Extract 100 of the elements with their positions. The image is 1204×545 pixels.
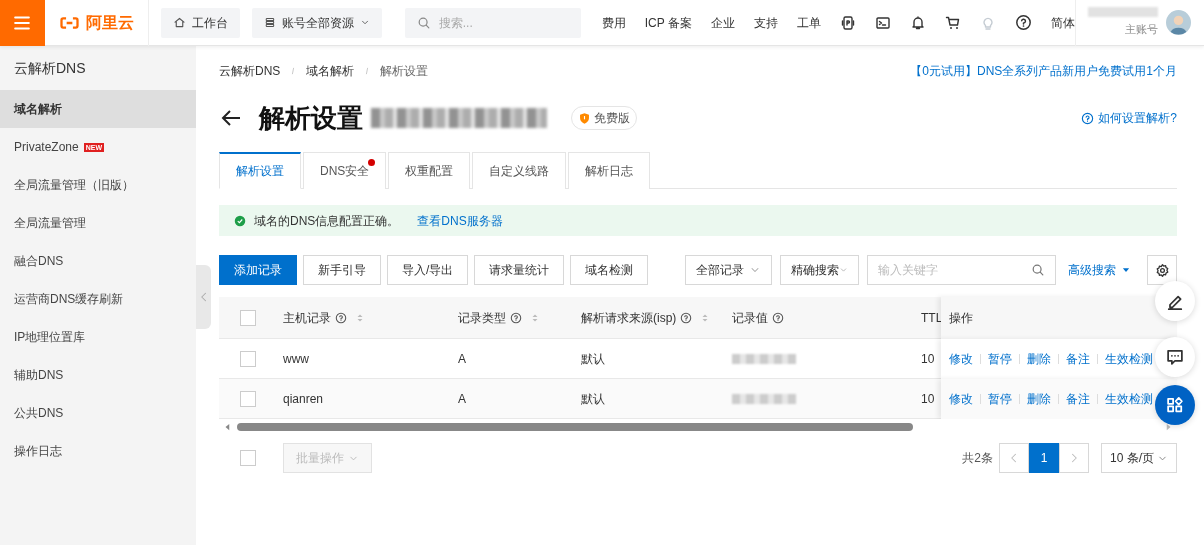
column-header[interactable]: 记录类型 <box>458 308 540 327</box>
host-cell: www <box>283 351 309 366</box>
help-link[interactable]: 如何设置解析? <box>1081 109 1177 127</box>
sidebar-item[interactable]: 域名解析 <box>0 90 196 128</box>
chat-button[interactable] <box>1155 337 1195 377</box>
row-action-link[interactable]: 备注 <box>1066 389 1090 408</box>
tab[interactable]: 自定义线路 <box>472 152 567 189</box>
search-icon <box>416 15 431 30</box>
checkbox[interactable] <box>240 390 256 407</box>
sidebar-item[interactable]: PrivateZone <box>14 138 79 156</box>
column-header[interactable]: 主机记录 <box>283 308 365 327</box>
search-input[interactable]: 搜索... <box>438 7 569 38</box>
row-action-link[interactable]: 生效检测 <box>1105 349 1153 368</box>
page-size-dropdown[interactable]: 10 条/页 <box>1101 443 1177 473</box>
breadcrumb-item[interactable]: 云解析DNS <box>219 62 281 80</box>
tab[interactable]: 权重配置 <box>388 152 471 189</box>
action-button[interactable]: 新手引导 <box>303 255 381 285</box>
feedback-button[interactable] <box>1155 281 1195 321</box>
column-header[interactable]: TTL <box>921 308 943 327</box>
column-header[interactable]: 记录值 <box>732 308 784 327</box>
sidebar-item[interactable]: 操作日志 <box>0 432 196 470</box>
logo-icon <box>58 14 80 31</box>
tab[interactable]: 解析日志 <box>568 152 651 189</box>
page-title: 解析设置 <box>259 101 363 135</box>
tab[interactable]: DNS安全 <box>303 152 387 189</box>
sidebar-item[interactable]: 融合DNS <box>0 242 196 280</box>
row-action-link[interactable]: 删除 <box>1027 349 1051 368</box>
nav-link[interactable]: ICP 备案 <box>644 13 692 32</box>
row-action-link[interactable]: 生效检测 <box>1105 389 1153 408</box>
sidebar-item[interactable]: 全局流量管理 <box>0 204 196 242</box>
search-field[interactable]: 搜索... <box>404 7 581 38</box>
nav-link[interactable]: 企业 <box>710 13 735 32</box>
breadcrumb-item: 解析设置 <box>380 63 429 80</box>
alert-link[interactable]: 查看DNS服务器 <box>417 211 503 230</box>
apps-button[interactable] <box>1155 385 1195 425</box>
redacted-account-name <box>1087 7 1158 18</box>
workbench-button[interactable]: 工作台 <box>160 7 240 38</box>
help-icon[interactable] <box>680 311 693 324</box>
page-button[interactable]: 1 <box>1029 443 1059 473</box>
isp-cell: 默认 <box>581 391 605 406</box>
advanced-search-link[interactable]: 高级搜索 <box>1068 261 1131 279</box>
api-icon[interactable] <box>839 14 856 31</box>
sidebar-item[interactable]: IP地理位置库 <box>0 318 196 356</box>
menu-button[interactable] <box>0 0 45 46</box>
terminal-icon[interactable] <box>874 14 891 31</box>
alert-message: 域名的DNS信息配置正确。 <box>254 212 400 230</box>
ttl-cell: 10 <box>921 351 935 366</box>
checkbox[interactable] <box>240 309 256 326</box>
sidebar-title: 云解析DNS <box>13 58 87 78</box>
help-icon[interactable] <box>335 311 347 324</box>
breadcrumb-item[interactable]: 域名解析 <box>306 62 355 80</box>
keyword-input[interactable]: 输入关键字 <box>878 256 1031 284</box>
isp-cell: 默认 <box>581 351 605 366</box>
apps-icon <box>1165 395 1185 415</box>
row-action-link[interactable]: 修改 <box>949 389 973 408</box>
scrollbar-thumb[interactable] <box>237 423 913 431</box>
promo-link[interactable]: 【0元试用】DNS全系列产品新用户免费试用1个月 <box>910 62 1177 80</box>
total-count: 共2条 <box>962 450 993 467</box>
sidebar-item[interactable]: 辅助DNS <box>0 356 196 394</box>
help-icon <box>1081 111 1095 125</box>
chat-icon <box>1165 347 1185 367</box>
record-filter-dropdown[interactable]: 全部记录 <box>685 255 772 285</box>
action-button[interactable]: 请求量统计 <box>474 255 565 285</box>
action-button[interactable]: 导入/导出 <box>387 255 469 285</box>
action-button[interactable]: 添加记录 <box>219 255 297 285</box>
search-icon <box>1031 263 1045 277</box>
type-cell: A <box>458 391 466 406</box>
nav-link[interactable]: 工单 <box>796 13 821 32</box>
avatar-icon[interactable] <box>1165 10 1191 35</box>
action-button[interactable]: 域名检测 <box>570 255 649 285</box>
column-header[interactable]: 操作 <box>949 308 973 327</box>
check-icon <box>234 214 246 227</box>
resource-dropdown[interactable]: 账号全部资源 <box>251 7 382 38</box>
nav-link[interactable]: 费用 <box>601 13 626 32</box>
sidebar-item[interactable]: 全局流量管理（旧版） <box>0 166 196 204</box>
search-mode-dropdown[interactable]: 精确搜索 <box>780 255 859 285</box>
keyword-field[interactable]: 输入关键字 <box>867 255 1056 285</box>
sidebar-item[interactable]: 公共DNS <box>0 394 196 432</box>
help-icon[interactable] <box>510 311 522 324</box>
bell-icon[interactable] <box>909 14 926 31</box>
row-action-link[interactable]: 备注 <box>1066 349 1090 368</box>
help-icon[interactable] <box>772 311 784 324</box>
row-action-link[interactable]: 删除 <box>1027 389 1051 408</box>
collapse-handle[interactable] <box>196 265 211 329</box>
language-link[interactable]: 简体 <box>1050 13 1075 32</box>
nav-link[interactable]: 支持 <box>753 13 778 32</box>
checkbox[interactable] <box>240 450 256 466</box>
row-action-link[interactable]: 修改 <box>949 349 973 368</box>
cart-icon[interactable] <box>944 14 961 31</box>
column-header[interactable]: 解析请求来源(isp) <box>581 308 711 327</box>
tab[interactable]: 解析设置 <box>219 152 301 189</box>
row-action-link[interactable]: 暂停 <box>988 389 1012 408</box>
checkbox[interactable] <box>240 350 256 367</box>
shield-icon <box>578 111 591 125</box>
stack-icon <box>263 16 276 29</box>
sidebar-item[interactable]: 运营商DNS缓存刷新 <box>0 280 196 318</box>
row-action-link[interactable]: 暂停 <box>988 349 1012 368</box>
account-role: 主账号 <box>1124 22 1158 38</box>
ttl-cell: 10 <box>921 391 935 406</box>
help-icon[interactable] <box>1014 14 1032 31</box>
